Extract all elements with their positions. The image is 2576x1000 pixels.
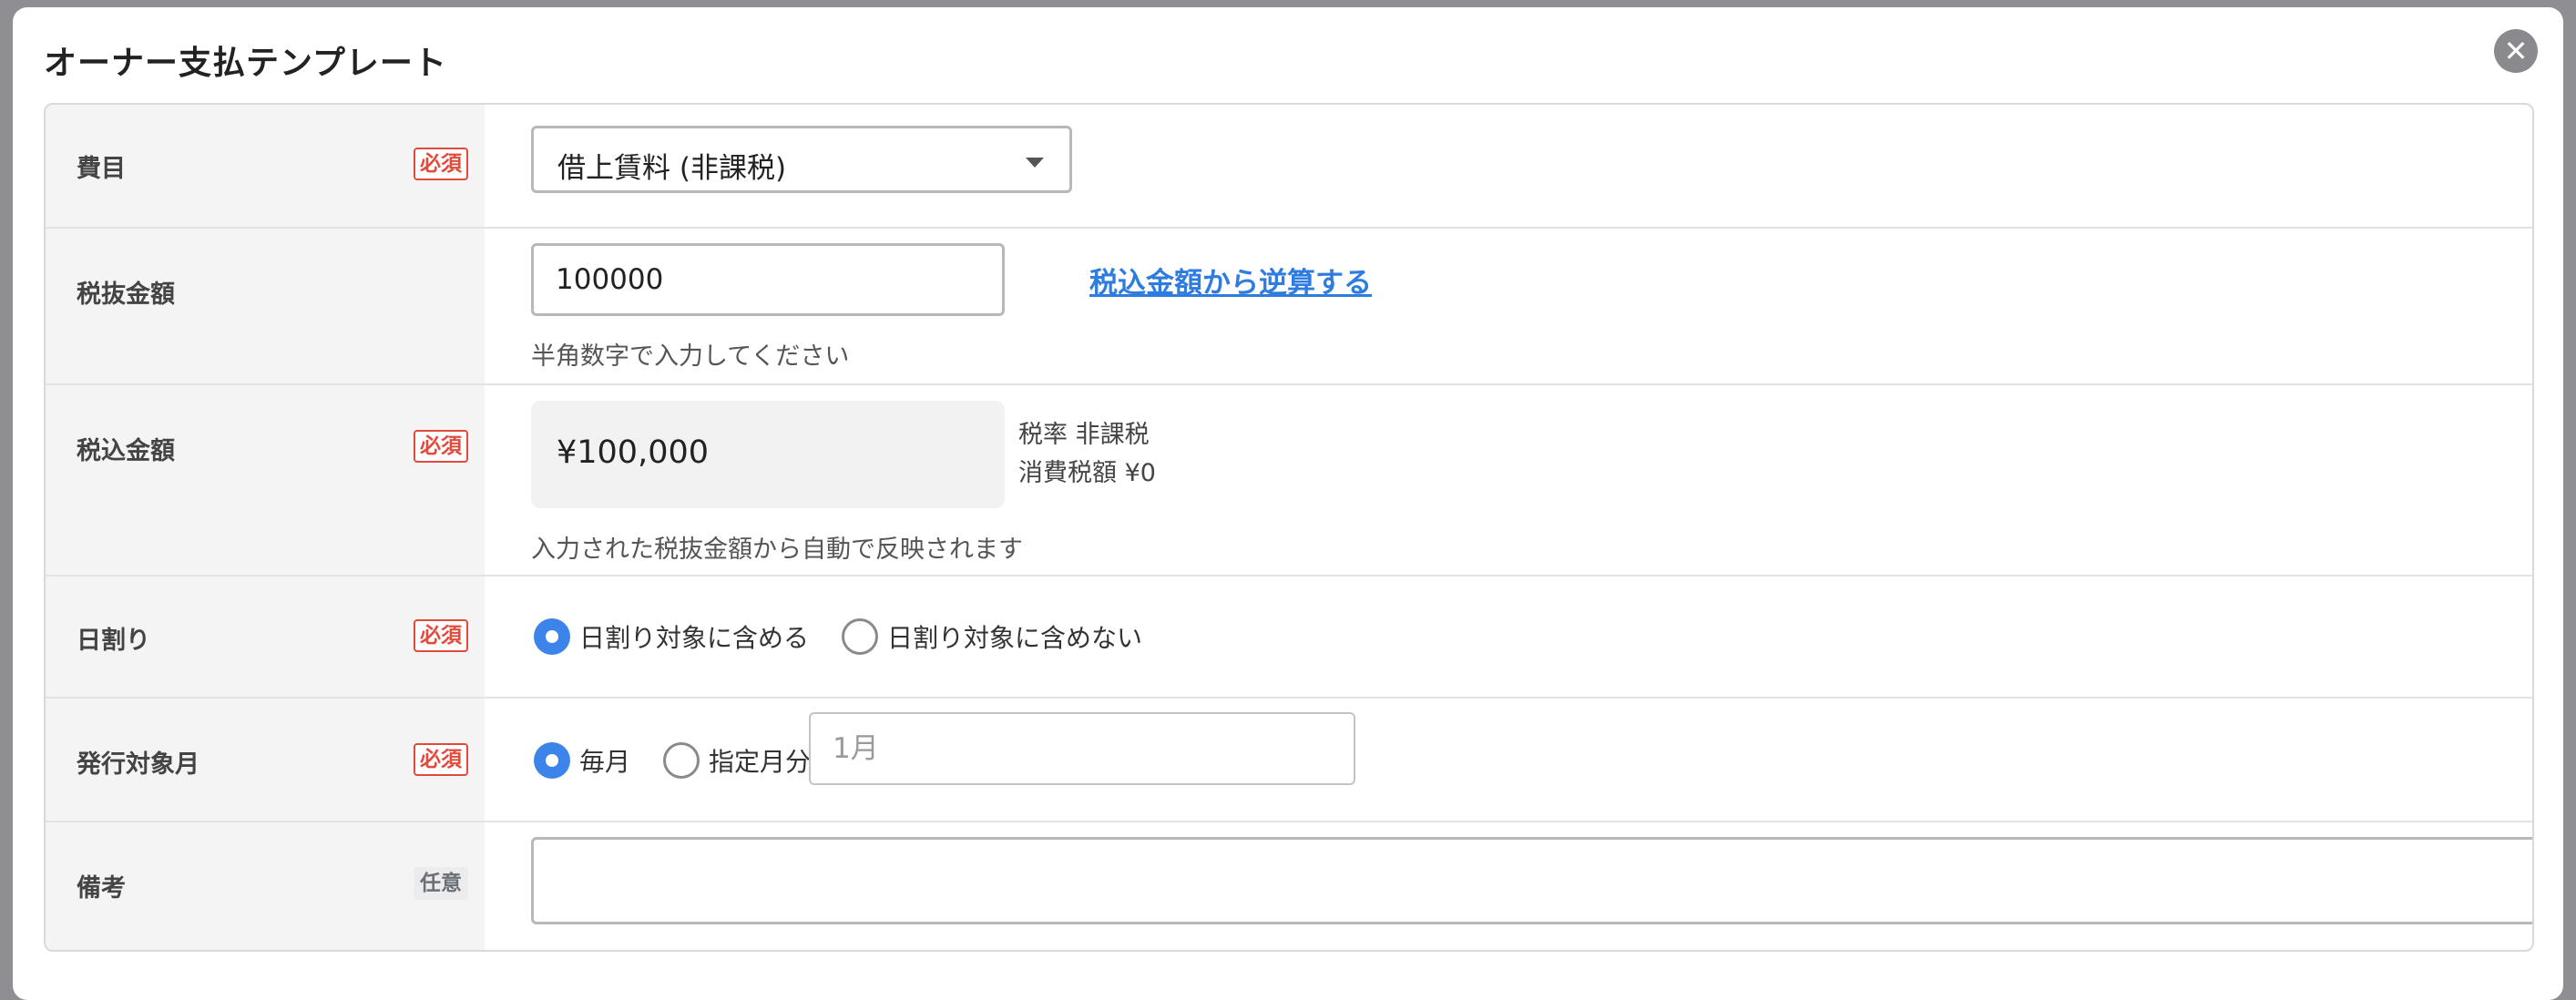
owner-payment-template-modal: オーナー支払テンプレート ✕ 費目 必須 借上賃料 (非課税) 税抜金額 税込金…	[13, 7, 2563, 1000]
form-table: 費目 必須 借上賃料 (非課税) 税抜金額 税込金額から逆算する 半角数字で入力…	[44, 103, 2534, 952]
label-cell: 発行対象月 必須	[46, 699, 485, 821]
label-cell: 備考 任意	[46, 822, 485, 950]
field-label-amount-incl-tax: 税込金額	[77, 437, 175, 465]
close-icon: ✕	[2503, 34, 2529, 68]
required-badge: 必須	[414, 430, 468, 463]
required-badge: 必須	[414, 619, 468, 652]
reverse-calc-link[interactable]: 税込金額から逆算する	[1089, 260, 1372, 301]
amount-excl-tax-hint: 半角数字で入力してください	[531, 342, 850, 371]
proration-option-exclude-label: 日割り対象に含めない	[887, 623, 1143, 653]
proration-option-exclude[interactable]: 日割り対象に含めない	[842, 618, 1142, 655]
label-cell: 日割り 必須	[46, 577, 485, 697]
expense-item-selected-value: 借上賃料 (非課税)	[557, 152, 787, 185]
row-expense-item: 費目 必須 借上賃料 (非課税)	[46, 105, 2532, 229]
close-button[interactable]: ✕	[2494, 29, 2538, 73]
row-issue-month: 発行対象月 必須 毎月 指定月分	[46, 699, 2532, 822]
proration-option-include-label: 日割り対象に含める	[579, 623, 810, 653]
issue-month-option-specified[interactable]: 指定月分	[663, 742, 811, 779]
amount-incl-tax-display: ¥100,000	[531, 401, 1005, 508]
radio-checked-icon[interactable]	[534, 742, 570, 779]
amount-excl-tax-input[interactable]	[531, 243, 1005, 316]
optional-badge: 任意	[414, 867, 468, 900]
expense-item-select[interactable]: 借上賃料 (非課税)	[531, 126, 1072, 193]
radio-unchecked-icon[interactable]	[663, 742, 700, 779]
radio-unchecked-icon[interactable]	[842, 618, 878, 655]
tax-rate-text: 税率 非課税	[1018, 421, 1150, 449]
chevron-down-icon	[1026, 158, 1044, 168]
month-input[interactable]	[809, 712, 1355, 785]
row-amount-incl-tax: 税込金額 必須 ¥100,000 税率 非課税 消費税額 ¥0 入力された税抜金…	[46, 385, 2532, 577]
consumption-tax-text: 消費税額 ¥0	[1018, 459, 1156, 487]
field-label-amount-excl-tax: 税抜金額	[77, 281, 175, 309]
field-label-expense-item: 費目	[77, 155, 126, 183]
modal-title: オーナー支払テンプレート	[44, 45, 447, 82]
amount-incl-tax-value: ¥100,000	[557, 434, 710, 471]
remarks-input[interactable]	[531, 837, 2532, 924]
field-label-proration: 日割り	[77, 627, 150, 655]
row-amount-excl-tax: 税抜金額 税込金額から逆算する 半角数字で入力してください	[46, 229, 2532, 385]
radio-checked-icon[interactable]	[534, 618, 570, 655]
field-label-remarks: 備考	[77, 874, 126, 903]
proration-option-include[interactable]: 日割り対象に含める	[534, 618, 809, 655]
amount-incl-tax-hint: 入力された税抜金額から自動で反映されます	[531, 536, 1023, 564]
required-badge: 必須	[414, 743, 468, 776]
issue-month-option-monthly[interactable]: 毎月	[534, 742, 630, 779]
label-cell: 税込金額 必須	[46, 385, 485, 575]
row-remarks: 備考 任意	[46, 822, 2532, 950]
label-cell: 税抜金額	[46, 229, 485, 383]
label-cell: 費目 必須	[46, 105, 485, 227]
row-proration: 日割り 必須 日割り対象に含める 日割り対象に含めない	[46, 577, 2532, 699]
issue-month-option-specified-label: 指定月分	[709, 747, 812, 777]
field-label-issue-month: 発行対象月	[77, 750, 199, 779]
issue-month-option-monthly-label: 毎月	[579, 747, 631, 777]
required-badge: 必須	[414, 148, 468, 180]
